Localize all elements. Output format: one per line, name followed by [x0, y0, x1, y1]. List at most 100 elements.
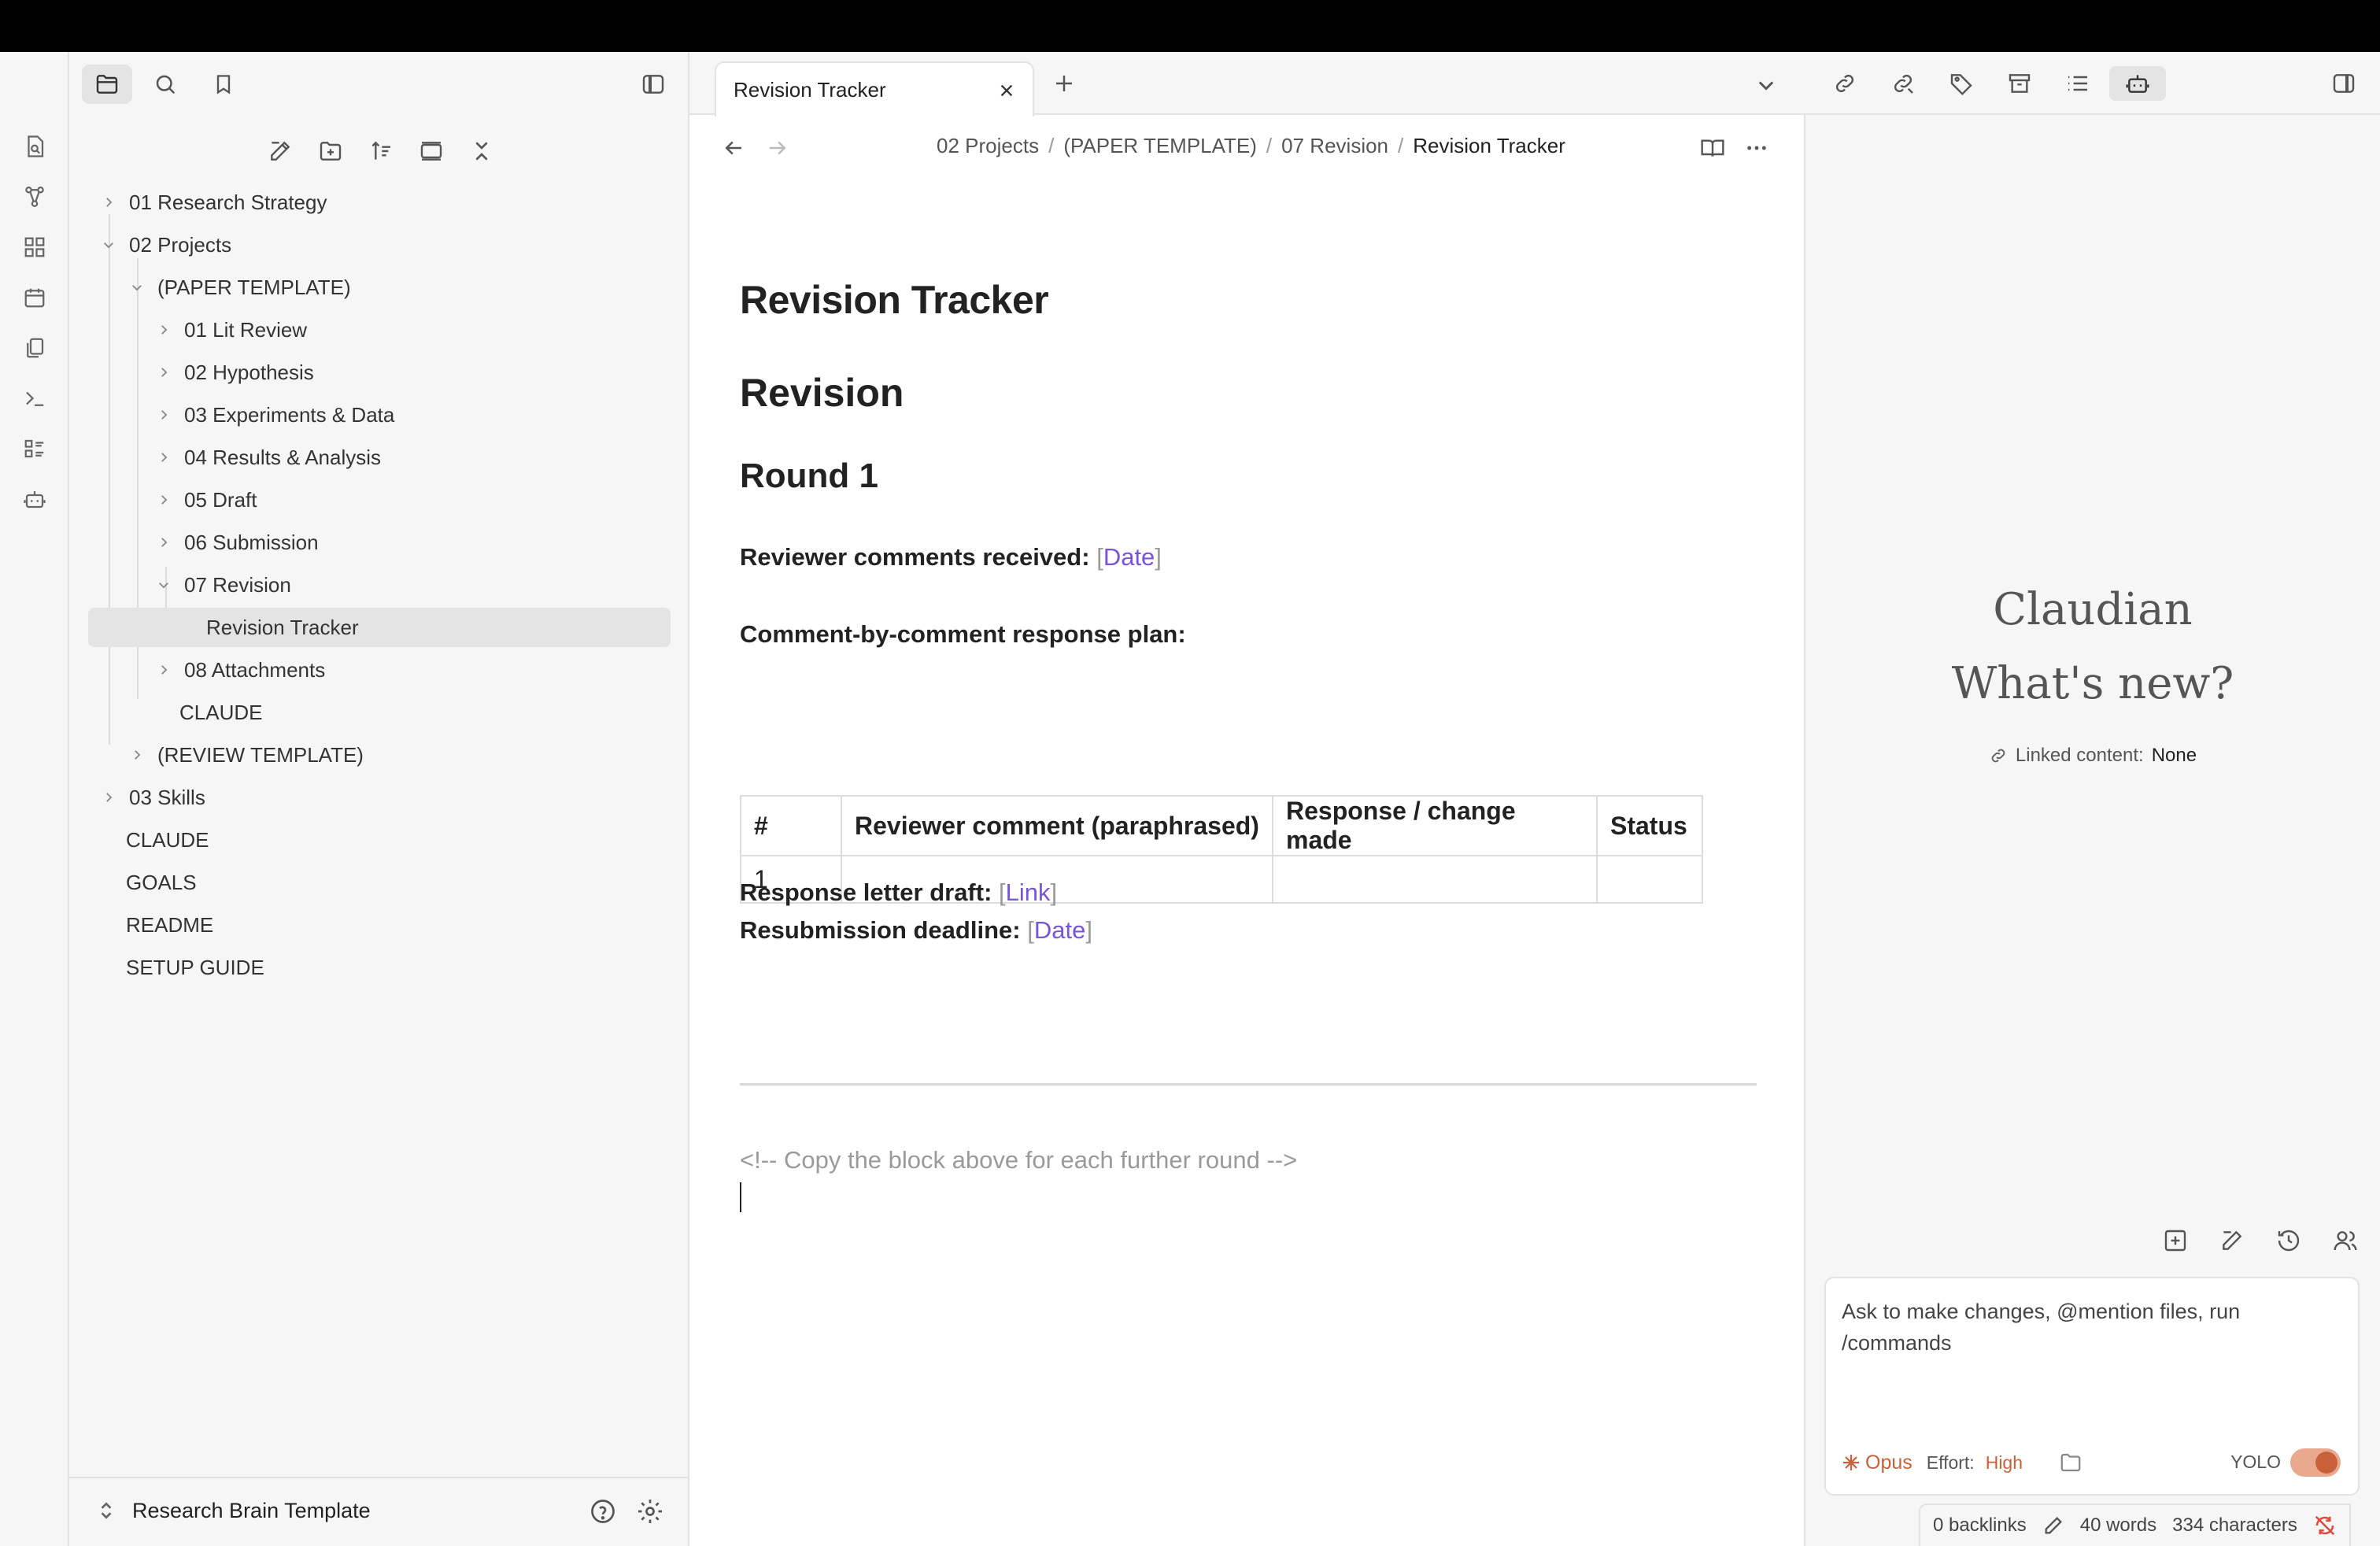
bookmarks-tab-button[interactable] — [198, 65, 249, 104]
folder-icon[interactable] — [2059, 1451, 2082, 1474]
chevron-right-icon — [153, 531, 175, 553]
reveal-icon — [420, 142, 442, 161]
tree-file[interactable]: CLAUDE — [126, 820, 209, 860]
breadcrumb-item[interactable]: (PAPER TEMPLATE) — [1063, 134, 1257, 158]
collapse-sidebar-button[interactable] — [628, 65, 678, 104]
canvas-icon[interactable] — [19, 231, 50, 263]
chevron-right-icon — [98, 191, 120, 213]
tags-button[interactable] — [1942, 66, 1980, 101]
tree-folder[interactable]: 08 Attachments — [153, 650, 325, 690]
tree-folder[interactable]: 06 Submission — [153, 523, 319, 562]
backlinks-count[interactable]: 0 backlinks — [1933, 1515, 2027, 1537]
breadcrumb-item[interactable]: 02 Projects — [937, 134, 1039, 158]
claudian-button[interactable] — [2109, 66, 2166, 101]
tree-file[interactable]: SETUP GUIDE — [126, 948, 264, 987]
history-button[interactable] — [2270, 1222, 2308, 1259]
more-options-button[interactable] — [1739, 131, 1774, 165]
table-header: Reviewer comment (paraphrased) — [841, 795, 1273, 856]
back-button[interactable] — [716, 131, 751, 165]
text-cursor — [740, 1182, 741, 1212]
whats-new-heading: What's new? — [1951, 658, 2234, 709]
search-tab-button[interactable] — [140, 65, 190, 104]
tree-file-active[interactable]: Revision Tracker — [88, 608, 671, 647]
chevron-right-icon — [153, 404, 175, 426]
tree-folder[interactable]: 01 Research Strategy — [98, 183, 327, 222]
deadline-date-link[interactable]: Date — [1034, 916, 1085, 944]
quick-switcher-icon[interactable] — [19, 131, 50, 162]
collapse-right-sidebar-button[interactable] — [2325, 66, 2363, 101]
list-icon[interactable] — [19, 433, 50, 464]
sync-off-icon[interactable] — [2313, 1514, 2337, 1537]
chat-input-box[interactable]: Ask to make changes, @mention files, run… — [1824, 1277, 2360, 1496]
archive-button[interactable] — [2001, 66, 2038, 101]
breadcrumb-current[interactable]: Revision Tracker — [1413, 134, 1565, 158]
outgoing-links-button[interactable] — [1884, 66, 1922, 101]
close-icon[interactable] — [995, 79, 1018, 102]
forward-button[interactable] — [760, 131, 795, 165]
edit-button[interactable] — [2213, 1222, 2251, 1259]
table-cell[interactable] — [1272, 855, 1598, 904]
backlinks-button[interactable] — [1826, 66, 1864, 101]
linked-content: Linked content: None — [1805, 745, 2380, 767]
model-selector[interactable]: Opus — [1842, 1452, 1913, 1474]
new-folder-button[interactable] — [309, 129, 353, 173]
edit-icon — [2223, 1230, 2242, 1250]
vault-switcher[interactable]: Research Brain Template — [69, 1477, 689, 1546]
tree-folder[interactable]: (PAPER TEMPLATE) — [126, 268, 351, 307]
yolo-toggle[interactable] — [2290, 1448, 2341, 1477]
tree-folder[interactable]: 03 Skills — [98, 778, 205, 817]
tree-folder[interactable]: 07 Revision — [153, 565, 291, 605]
chat-actions — [2156, 1222, 2364, 1259]
new-chat-button[interactable] — [2156, 1222, 2194, 1259]
chevron-right-icon — [153, 319, 175, 341]
arrow-left-icon — [725, 141, 741, 155]
help-icon[interactable] — [589, 1497, 617, 1529]
users-button[interactable] — [2326, 1222, 2364, 1259]
letter-link[interactable]: Link — [1006, 878, 1051, 906]
tree-folder[interactable]: (REVIEW TEMPLATE) — [126, 735, 364, 775]
collapse-icon — [475, 142, 488, 161]
reading-view-button[interactable] — [1695, 131, 1730, 165]
tree-folder[interactable]: 03 Experiments & Data — [153, 395, 394, 435]
new-tab-button[interactable] — [1048, 68, 1080, 99]
new-note-button[interactable] — [258, 129, 302, 173]
linked-value: None — [2151, 745, 2197, 766]
breadcrumb-item[interactable]: 07 Revision — [1281, 134, 1388, 158]
file-explorer-sidebar: 01 Research Strategy 02 Projects (PAPER … — [69, 52, 689, 1546]
tree-folder[interactable]: 01 Lit Review — [153, 310, 307, 350]
pencil-icon[interactable] — [2042, 1515, 2064, 1537]
calendar-icon[interactable] — [19, 282, 50, 313]
tree-folder[interactable]: 02 Hypothesis — [153, 353, 314, 392]
tab-revision-tracker[interactable]: Revision Tracker — [715, 61, 1034, 117]
tree-folder[interactable]: 02 Projects — [98, 225, 231, 264]
tree-file[interactable]: CLAUDE — [179, 693, 262, 732]
sort-button[interactable] — [359, 129, 403, 173]
tab-list-dropdown[interactable] — [1750, 69, 1782, 101]
chat-input-placeholder[interactable]: Ask to make changes, @mention files, run… — [1842, 1296, 2314, 1359]
files-tab-button[interactable] — [82, 65, 132, 104]
templates-icon[interactable] — [19, 332, 50, 364]
view-header: 02 Projects / (PAPER TEMPLATE) / 07 Revi… — [689, 115, 1805, 181]
bot-icon[interactable] — [19, 483, 50, 515]
effort-value[interactable]: High — [1986, 1452, 2023, 1474]
terminal-icon[interactable] — [19, 383, 50, 414]
explorer-actions — [258, 129, 504, 173]
tree-folder[interactable]: 05 Draft — [153, 480, 257, 520]
table-cell[interactable] — [1596, 855, 1703, 904]
bot-icon — [2126, 75, 2149, 93]
claude-spark-icon — [1843, 1455, 1859, 1470]
collapse-all-button[interactable] — [460, 129, 504, 173]
tree-file[interactable]: README — [126, 905, 213, 945]
yolo-label: YOLO — [2230, 1452, 2281, 1472]
graph-view-icon[interactable] — [19, 181, 50, 213]
tree-folder[interactable]: 04 Results & Analysis — [153, 438, 381, 477]
tree-file[interactable]: GOALS — [126, 863, 197, 902]
claudian-pane: Claudian What's new? Linked content: Non… — [1805, 52, 2380, 1546]
auto-reveal-button[interactable] — [409, 129, 453, 173]
chevron-right-icon — [153, 659, 175, 681]
received-date-link[interactable]: Date — [1103, 543, 1155, 571]
sidebar-header — [69, 52, 689, 115]
bracket-open: [ — [999, 878, 1006, 906]
settings-gear-icon[interactable] — [636, 1497, 664, 1529]
outline-button[interactable] — [2059, 66, 2097, 101]
